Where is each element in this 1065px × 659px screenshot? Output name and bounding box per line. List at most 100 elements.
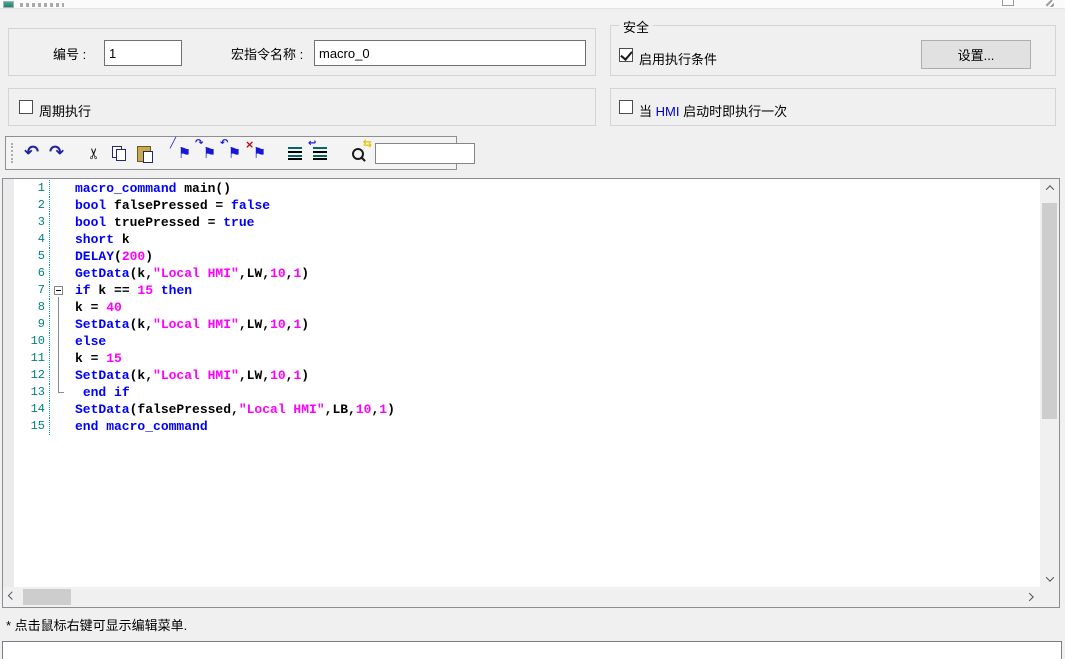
fold-column (49, 384, 70, 401)
macro-id-input[interactable] (104, 40, 182, 66)
titlebar (0, 0, 1065, 9)
macro-name-input[interactable] (314, 40, 586, 66)
code-line: 3 bool truePressed = true (14, 214, 1040, 231)
line-number: 12 (14, 367, 49, 384)
maximize-button[interactable] (1002, 0, 1014, 6)
line-number: 10 (14, 333, 49, 350)
startup-group: 当 HMI 启动时即执行一次 (610, 88, 1056, 126)
code-text: SetData(falsePressed,"Local HMI",LB,10,1… (70, 401, 395, 418)
line-number: 8 (14, 299, 49, 316)
horizontal-scrollbar[interactable] (3, 587, 1040, 607)
insert-statement-icon[interactable]: ↩ (308, 140, 333, 166)
fold-column (49, 248, 70, 265)
vertical-scrollbar[interactable] (1040, 179, 1059, 587)
code-line: 7if k == 15 then (14, 282, 1040, 299)
redo-icon[interactable]: ↷ (44, 140, 69, 166)
settings-button[interactable]: 设置... (921, 40, 1031, 69)
scroll-up-button[interactable] (1040, 179, 1059, 196)
fold-column (49, 418, 70, 435)
window-edge-grip[interactable] (1045, 0, 1054, 7)
code-text: macro_command main() (70, 180, 231, 197)
code-line: 8k = 40 (14, 299, 1040, 316)
paste-icon (137, 145, 152, 161)
editor-toolbar: ↶↷✂⚑╱⚑↷⚑↶⚑×↩⇆ (5, 136, 457, 170)
status-note: * 点击鼠标右键可显示编辑菜单. (6, 615, 187, 634)
code-line: 15 end macro_command (14, 418, 1040, 435)
fold-column (49, 299, 70, 316)
overlay-glyph: ╱ (170, 138, 176, 149)
code-line: 13 end if (14, 384, 1040, 401)
code-text: end if (70, 384, 130, 401)
line-number: 3 (14, 214, 49, 231)
undo-icon[interactable]: ↶ (19, 140, 44, 166)
bookmark-toggle-icon: ⚑ (178, 146, 191, 161)
search-input[interactable] (375, 143, 475, 164)
statement-list-icon[interactable] (283, 140, 308, 166)
vertical-scroll-thumb[interactable] (1042, 203, 1057, 419)
line-number: 11 (14, 350, 49, 367)
fold-column (49, 180, 70, 197)
bookmark-clear-icon[interactable]: ⚑× (245, 140, 270, 166)
overlay-glyph: × (245, 138, 254, 151)
chevron-up-icon (1045, 185, 1053, 193)
horizontal-scroll-thumb[interactable] (23, 589, 71, 605)
chevron-left-icon (8, 591, 16, 599)
code-line: 5 DELAY(200) (14, 248, 1040, 265)
enable-condition-checkbox[interactable] (619, 48, 633, 62)
macro-id-group: 编号 : 宏指令名称 : (8, 28, 596, 76)
fold-column (49, 316, 70, 333)
macro-name-label: 宏指令名称 : (231, 44, 303, 63)
code-line: 4short k (14, 231, 1040, 248)
bookmark-next-icon: ⚑ (203, 146, 216, 161)
code-area[interactable]: 1macro_command main()2bool falsePressed … (3, 179, 1040, 587)
copy-icon[interactable] (107, 140, 132, 166)
macro-editor-window: { "colors":{ "keyword":"#0000ff","litera… (0, 0, 1065, 659)
scroll-right-button[interactable] (1022, 587, 1040, 607)
code-line: 9SetData(k,"Local HMI",LW,10,1) (14, 316, 1040, 333)
line-number: 5 (14, 248, 49, 265)
bookmark-toggle-icon[interactable]: ⚑╱ (170, 140, 195, 166)
periodic-checkbox[interactable] (19, 100, 33, 114)
code-text: k = 15 (70, 350, 122, 367)
fold-column (49, 333, 70, 350)
fold-column (49, 197, 70, 214)
line-number: 2 (14, 197, 49, 214)
fold-line (58, 316, 59, 333)
fold-line (58, 367, 59, 384)
code-text: SetData(k,"Local HMI",LW,10,1) (70, 367, 309, 384)
code-text: end macro_command (70, 418, 208, 435)
toolbar-grip[interactable] (11, 143, 13, 163)
code-text: if k == 15 then (70, 282, 192, 299)
code-line: 6GetData(k,"Local HMI",LW,10,1) (14, 265, 1040, 282)
periodic-group: 周期执行 (8, 88, 596, 126)
selection-margin (3, 179, 14, 587)
code-editor[interactable]: 1macro_command main()2bool falsePressed … (2, 178, 1060, 608)
bookmark-prev-icon: ⚑ (228, 146, 241, 161)
startup-checkbox[interactable] (619, 100, 633, 114)
fold-line (58, 350, 59, 367)
scroll-left-button[interactable] (3, 587, 21, 607)
cut-icon[interactable]: ✂ (82, 140, 107, 166)
periodic-label: 周期执行 (39, 101, 91, 120)
fold-column (49, 282, 70, 299)
scrollbar-corner (1040, 587, 1059, 607)
window-title-clipped (20, 3, 64, 7)
overlay-glyph: ↷ (195, 138, 203, 149)
find-replace-icon[interactable]: ⇆ (346, 140, 371, 166)
code-line: 14SetData(falsePressed,"Local HMI",LB,10… (14, 401, 1040, 418)
paste-icon[interactable] (132, 140, 157, 166)
code-text: DELAY(200) (70, 248, 153, 265)
redo-icon: ↷ (49, 144, 64, 162)
toolbar-buttons: ↶↷✂⚑╱⚑↷⚑↶⚑×↩⇆ (19, 140, 371, 166)
bookmark-prev-icon[interactable]: ⚑↶ (220, 140, 245, 166)
fold-column (49, 214, 70, 231)
code-text: GetData(k,"Local HMI",LW,10,1) (70, 265, 309, 282)
overlay-glyph: ↶ (220, 138, 228, 149)
bookmark-next-icon[interactable]: ⚑↷ (195, 140, 220, 166)
scroll-down-button[interactable] (1040, 570, 1059, 587)
fold-collapse-button[interactable] (54, 286, 63, 295)
code-text: bool truePressed = true (70, 214, 254, 231)
app-icon (3, 1, 14, 8)
line-number: 15 (14, 418, 49, 435)
code-text: SetData(k,"Local HMI",LW,10,1) (70, 316, 309, 333)
